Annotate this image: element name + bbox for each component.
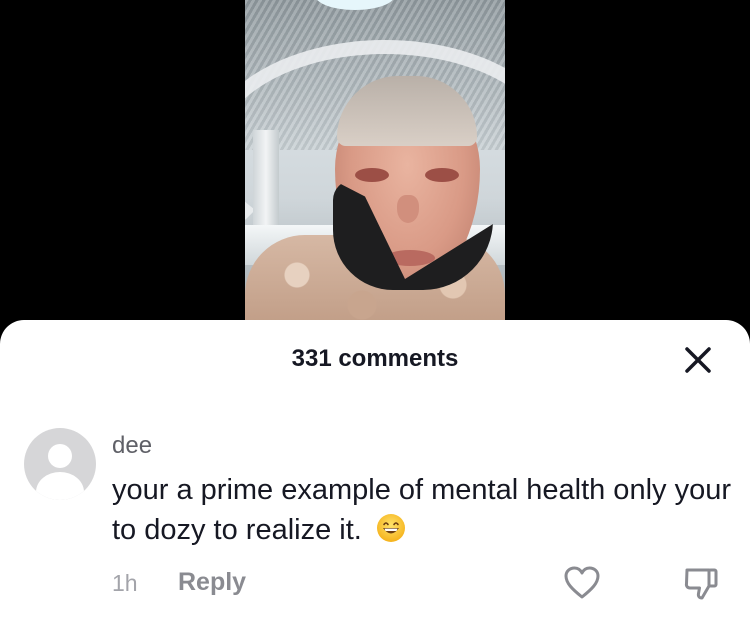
close-icon	[685, 347, 711, 373]
video-person-left-eye	[355, 168, 389, 182]
reply-button[interactable]: Reply	[178, 568, 246, 597]
comments-count-title: 331 comments	[291, 345, 459, 372]
video-person-nose	[397, 195, 419, 223]
comments-sheet: 331 comments dee your a prime example of…	[0, 320, 750, 627]
grinning-face-emoji-icon	[376, 514, 405, 542]
like-button[interactable]	[563, 565, 601, 601]
dislike-button[interactable]	[682, 564, 720, 602]
thumbs-down-icon	[684, 568, 718, 600]
video-person-right-eye	[425, 168, 459, 182]
default-avatar-body	[36, 472, 84, 500]
commenter-avatar[interactable]	[24, 428, 96, 500]
close-button[interactable]	[680, 342, 716, 378]
comment-body: your a prime example of mental health on…	[112, 470, 732, 550]
comment-username[interactable]: dee	[112, 432, 152, 460]
video-player[interactable]	[245, 0, 505, 330]
comment-timestamp: 1h	[112, 570, 138, 596]
default-avatar-icon	[48, 444, 72, 468]
comment-text: your a prime example of mental health on…	[112, 474, 731, 546]
heart-icon	[564, 566, 600, 599]
app-screen: 331 comments dee your a prime example of…	[0, 0, 750, 627]
